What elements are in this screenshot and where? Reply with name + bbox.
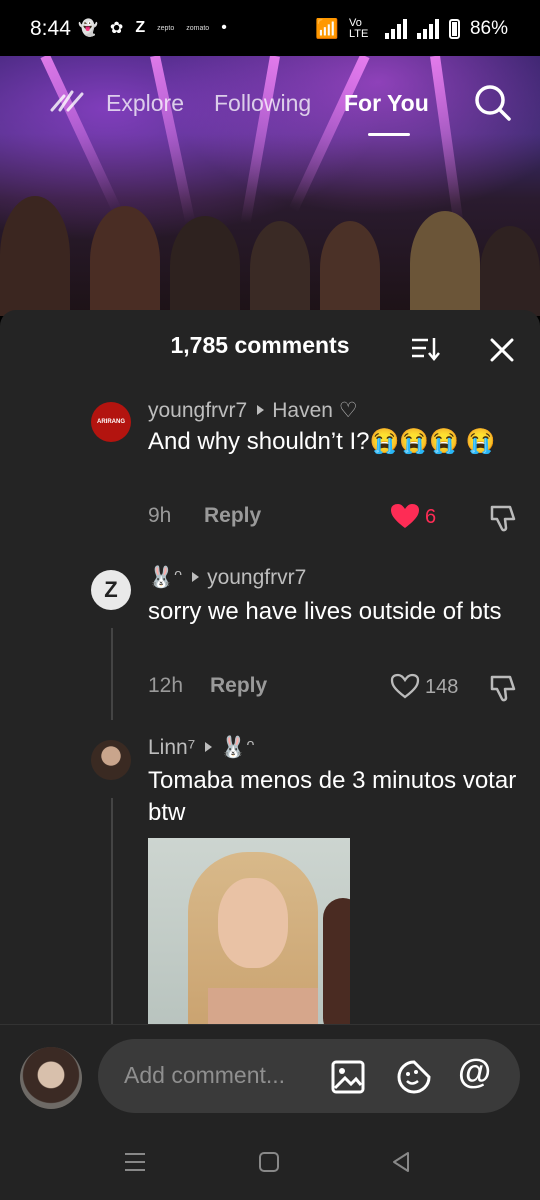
reply-to-user[interactable]: Haven ♡ <box>272 399 357 422</box>
comment-bar: @ <box>0 1024 540 1200</box>
status-indicators: 📶 Vo LTE 86% <box>315 17 508 41</box>
comment-time: 12h <box>148 674 184 697</box>
avatar-logo-text: ARIRANG <box>97 419 125 425</box>
comment-text: sorry we have lives outside of bts <box>148 598 502 625</box>
comment-username[interactable]: youngfrvr7 Haven ♡ <box>148 398 358 423</box>
heart-outline-icon[interactable] <box>390 673 420 699</box>
battery-percent: 86% <box>469 18 508 39</box>
comment-input[interactable] <box>122 1061 326 1090</box>
reply-button[interactable]: Reply <box>210 674 267 698</box>
comment-box[interactable]: @ <box>98 1039 520 1113</box>
heart-filled-icon[interactable] <box>390 503 420 529</box>
like-count: 6 <box>425 506 437 528</box>
dislike-icon[interactable] <box>488 673 518 703</box>
dislike-icon[interactable] <box>488 503 518 533</box>
reply-button[interactable]: Reply <box>204 504 261 528</box>
back-nav-icon[interactable] <box>388 1149 414 1175</box>
comment-time: 9h <box>148 504 172 527</box>
crowd-image <box>0 196 540 316</box>
reply-arrow-icon <box>205 742 213 752</box>
sort-icon[interactable] <box>410 336 440 362</box>
comment-username[interactable]: 🐰ᵔ youngfrvr7 <box>148 566 306 590</box>
avatar[interactable]: ARIRANG <box>91 402 131 442</box>
zepto-label: zepto <box>157 24 175 32</box>
app-icon: ✿ <box>109 20 124 37</box>
reply-arrow-icon <box>192 572 200 582</box>
my-avatar[interactable] <box>20 1047 82 1109</box>
search-icon[interactable] <box>474 84 512 122</box>
home-nav-icon[interactable] <box>256 1149 282 1175</box>
menu-nav-icon[interactable] <box>122 1149 148 1175</box>
signal-icon-2 <box>416 19 439 39</box>
avatar[interactable] <box>91 740 131 780</box>
mention-icon[interactable]: @ <box>458 1053 498 1091</box>
z-icon: Z <box>135 19 146 36</box>
comments-count: 1,785 comments <box>170 332 350 358</box>
tab-explore[interactable]: Explore <box>106 90 184 117</box>
comment-image[interactable] <box>148 838 350 1024</box>
network-label: Vo LTE <box>348 17 369 40</box>
avatar[interactable]: Z <box>91 570 131 610</box>
zomato-label: zomato <box>186 24 210 32</box>
like-count: 148 <box>425 676 459 698</box>
tab-for-you[interactable]: For You <box>344 90 429 117</box>
live-icon[interactable] <box>48 88 88 114</box>
comment-text: Tomaba menos de 3 minutos votar btw <box>148 767 517 826</box>
dot-icon: • <box>221 19 227 36</box>
comment-username[interactable]: Linn⁷ 🐰ᵔ <box>148 736 254 760</box>
close-icon[interactable] <box>488 336 516 364</box>
status-bar: 8:44 👻 ✿ Z zepto zomato • 📶 Vo LTE 86% <box>0 0 540 56</box>
wifi-call-icon: 📶 <box>315 19 339 40</box>
battery-icon <box>448 19 460 39</box>
thread-line <box>111 628 113 720</box>
tab-following[interactable]: Following <box>214 90 311 117</box>
reply-arrow-icon <box>257 405 265 415</box>
avatar-logo-icon: Z <box>104 577 118 602</box>
comment-text: And why shouldn’t I?😭😭😭 😭 <box>148 428 496 455</box>
thread-line <box>111 798 113 1024</box>
reply-to-user[interactable]: 🐰ᵔ <box>220 736 254 759</box>
status-app-icons: 👻 ✿ Z zepto zomato • <box>78 18 227 38</box>
active-tab-indicator <box>368 133 410 136</box>
image-icon[interactable] <box>330 1059 366 1095</box>
snapchat-icon: 👻 <box>78 20 98 37</box>
status-time: 8:44 <box>30 17 71 40</box>
sticker-icon[interactable] <box>396 1059 432 1095</box>
reply-to-user[interactable]: youngfrvr7 <box>207 566 306 589</box>
signal-icon <box>384 19 407 39</box>
